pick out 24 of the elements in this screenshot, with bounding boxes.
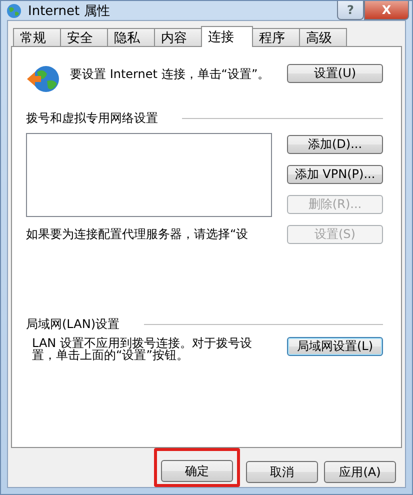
button[interactable]: 应用(A) xyxy=(324,461,396,483)
globe-icon xyxy=(26,64,60,94)
section-heading: 局域网(LAN)设置 xyxy=(26,316,120,333)
proxy-text: 如果要为连接配置代理服务器，请选择“设 xyxy=(26,226,248,243)
tab[interactable]: 程序 xyxy=(252,28,300,46)
connection-list[interactable] xyxy=(26,133,272,217)
tab[interactable]: 常规 xyxy=(13,28,61,46)
tab[interactable]: 高级 xyxy=(299,28,347,46)
tab[interactable]: 内容 xyxy=(154,28,202,46)
button[interactable]: 局域网设置(L) xyxy=(287,337,383,356)
help-button[interactable]: ? xyxy=(337,1,364,20)
tab[interactable]: 隐私 xyxy=(107,28,155,46)
button[interactable]: 设置(U) xyxy=(287,64,383,83)
tab[interactable]: 连接 xyxy=(201,26,253,47)
instruction-text: 要设置 Internet 连接，单击“设置”。 xyxy=(70,67,271,81)
button[interactable]: 取消 xyxy=(246,461,318,483)
tab[interactable]: 安全 xyxy=(60,28,108,46)
window-title: Internet 属性 xyxy=(28,2,110,20)
button[interactable]: 确定 xyxy=(161,460,233,482)
section-heading: 拨号和虚拟专用网络设置 xyxy=(26,110,158,127)
lan-text: LAN 设置不应用到拨号连接。对于拨号设置，单击上面的“设置”按钮。 xyxy=(31,337,253,361)
globe-icon xyxy=(6,2,22,18)
button[interactable]: 添加 VPN(P)... xyxy=(287,165,383,184)
button[interactable]: 添加(D)... xyxy=(287,135,383,154)
